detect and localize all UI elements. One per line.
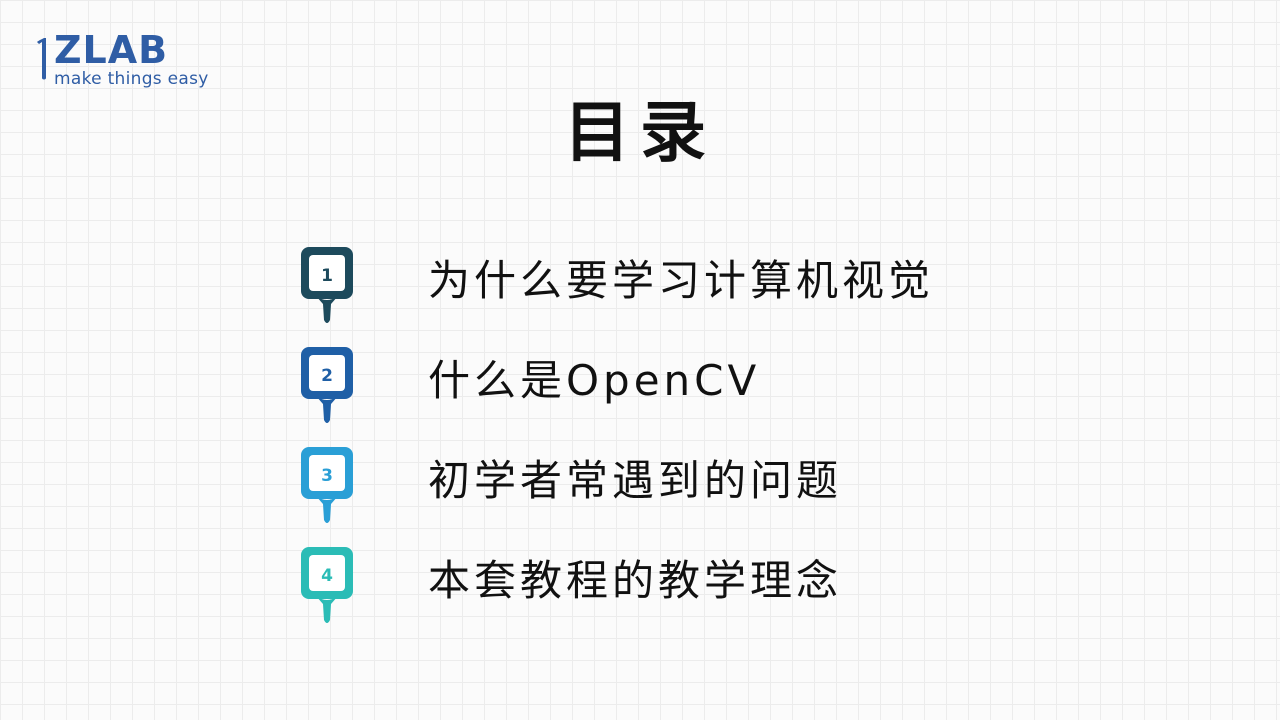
dripping-sign-icon: 2 [301, 347, 353, 423]
dripping-sign-icon: 1 [301, 247, 353, 323]
item-number: 1 [321, 266, 333, 286]
toc-item-2: 2 什么是OpenCV [300, 344, 1060, 444]
toc-item-label: 为什么要学习计算机视觉 [428, 256, 935, 305]
logo-tagline: make things easy [54, 69, 209, 89]
dripping-sign-icon: 3 [301, 447, 353, 523]
logo-mark-icon [37, 38, 46, 80]
page-title: 目录 [564, 94, 716, 171]
toc-item-4: 4 本套教程的教学理念 [300, 544, 1060, 644]
toc-item-label: 本套教程的教学理念 [428, 556, 843, 605]
toc-item-label: 初学者常遇到的问题 [428, 456, 843, 505]
toc-list: 1 为什么要学习计算机视觉 2 什么是OpenCV 3 初学者常遇到的问题 4 … [300, 244, 1060, 644]
logo-wordmark: ZLAB [54, 28, 169, 72]
toc-item-label: 什么是OpenCV [428, 356, 761, 405]
logo: ZLAB make things easy [34, 28, 224, 96]
toc-item-3: 3 初学者常遇到的问题 [300, 444, 1060, 544]
item-number: 4 [321, 566, 333, 586]
dripping-sign-icon: 4 [301, 547, 353, 623]
item-number: 2 [321, 366, 333, 386]
toc-item-1: 1 为什么要学习计算机视觉 [300, 244, 1060, 344]
item-number: 3 [321, 466, 333, 486]
